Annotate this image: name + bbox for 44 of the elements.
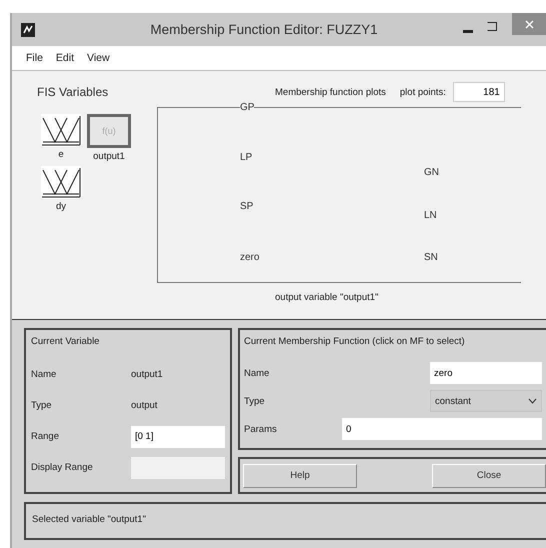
- mf-label[interactable]: SP: [240, 201, 254, 212]
- window-title: Membership Function Editor: FUZZY1: [149, 22, 379, 37]
- mf-label[interactable]: zero: [240, 252, 260, 263]
- chevron-down-icon: [528, 398, 537, 404]
- mf-label[interactable]: GP: [240, 102, 254, 113]
- mf-label[interactable]: GN: [424, 167, 439, 178]
- membership-function-icon[interactable]: [41, 166, 81, 198]
- menu-item[interactable]: View: [87, 52, 110, 64]
- field-label: Params: [244, 424, 278, 434]
- field-label: Name: [31, 369, 58, 380]
- panel-title: Current Membership Function (click on MF to select): [244, 336, 466, 347]
- field-label: Display Range: [31, 462, 94, 473]
- mf-label[interactable]: LP: [240, 152, 252, 163]
- app-icon: [21, 22, 35, 36]
- mf-label[interactable]: SN: [424, 252, 438, 263]
- mf-type-dropdown[interactable]: constant: [430, 390, 542, 412]
- field-value: output: [131, 400, 158, 411]
- plot-title: Membership function plots: [275, 86, 386, 98]
- variable-label: e: [58, 149, 64, 160]
- plot-points-label: plot points:: [400, 86, 446, 98]
- field-label: Name: [244, 368, 270, 378]
- plot-points-field[interactable]: 181: [452, 82, 505, 102]
- field-value: output1: [131, 369, 163, 380]
- maximize-icon[interactable]: [487, 22, 497, 31]
- fis-variables-title: FIS Variables: [37, 85, 110, 99]
- panel-title: Current Variable: [31, 336, 100, 347]
- dialog-button[interactable]: Help: [243, 464, 357, 488]
- close-icon: [524, 20, 534, 28]
- field-label: Type: [31, 400, 53, 411]
- variable-label: output1: [93, 151, 125, 162]
- plot-caption: output variable "output1": [275, 292, 380, 303]
- range-field[interactable]: [0 1]: [131, 426, 225, 448]
- dialog-button[interactable]: Close: [432, 464, 546, 488]
- params-field[interactable]: 0: [342, 418, 542, 440]
- field-label: Type: [244, 396, 266, 406]
- close-button[interactable]: [512, 13, 546, 35]
- status-text: Selected variable "output1": [32, 514, 146, 525]
- variable-label: dy: [56, 201, 66, 212]
- menu-item[interactable]: Edit: [56, 52, 74, 64]
- membership-function-icon[interactable]: [41, 114, 81, 146]
- field-label: Range: [31, 431, 60, 442]
- menu-item[interactable]: File: [26, 52, 43, 64]
- mf-label[interactable]: LN: [424, 210, 437, 221]
- mf-name-field[interactable]: zero: [430, 362, 542, 384]
